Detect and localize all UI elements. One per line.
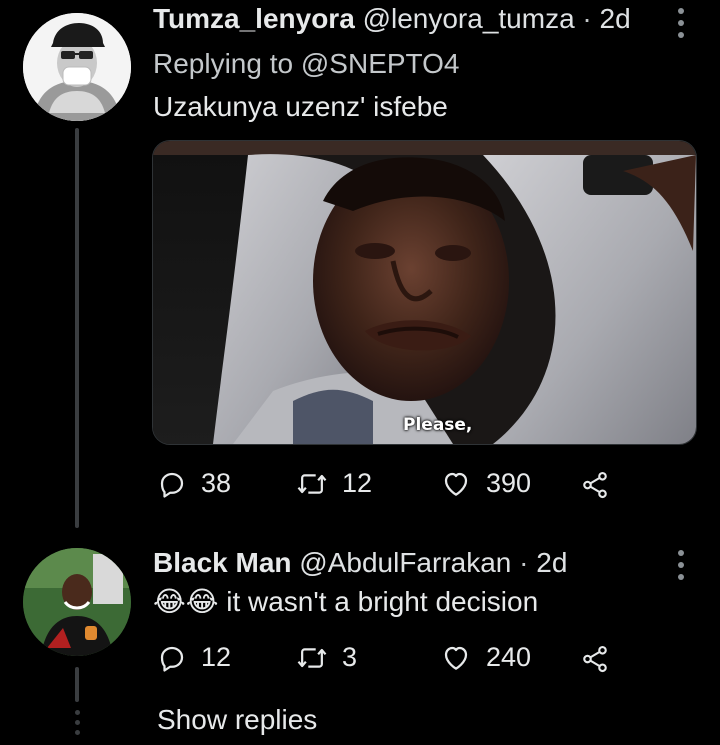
retweet-button[interactable]: 3 [296, 642, 357, 673]
media-caption: Please, [403, 415, 473, 435]
timestamp[interactable]: 2d [600, 3, 631, 34]
separator-dot: · [519, 547, 529, 578]
retweet-icon [297, 473, 327, 494]
tweet-text-content: it wasn't a bright decision [226, 586, 539, 617]
reply-count: 12 [201, 642, 232, 672]
avatar[interactable] [23, 548, 131, 656]
show-replies-link[interactable]: Show replies [157, 704, 317, 736]
reply-icon [160, 646, 184, 672]
retweet-count: 3 [342, 642, 358, 672]
tweet-text: 😂😂 it wasn't a bright decision [153, 585, 538, 619]
like-button[interactable]: 240 [440, 642, 531, 673]
share-icon [583, 471, 607, 499]
tweet-header: Tumza_lenyora @lenyora_tumza · 2d [153, 2, 631, 36]
media-image [153, 141, 696, 444]
thread-continuation-icon [75, 710, 81, 735]
share-button[interactable] [580, 644, 610, 674]
timestamp[interactable]: 2d [536, 547, 567, 578]
avatar-image [23, 548, 131, 656]
reply-button[interactable]: 38 [157, 468, 231, 499]
thread-line [75, 667, 79, 702]
tweet-1[interactable]: Tumza_lenyora @lenyora_tumza · 2d Replyi… [0, 0, 720, 540]
replying-to: Replying to @SNEPTO4 [153, 47, 460, 81]
more-options-icon[interactable] [676, 550, 686, 580]
heart-icon [444, 472, 468, 496]
reply-icon [160, 472, 184, 498]
like-count: 240 [486, 642, 532, 672]
user-handle[interactable]: @lenyora_tumza [363, 3, 575, 34]
heart-icon [444, 646, 468, 670]
tweet-header: Black Man @AbdulFarrakan · 2d [153, 546, 567, 580]
share-button[interactable] [580, 470, 610, 500]
reply-button[interactable]: 12 [157, 642, 231, 673]
retweet-count: 12 [342, 468, 373, 498]
thread-line [75, 128, 79, 528]
tweet-media[interactable]: Please, [152, 140, 697, 445]
tweet-2[interactable]: Black Man @AbdulFarrakan · 2d 😂😂 it wasn… [0, 540, 720, 702]
display-name[interactable]: Black Man [153, 547, 292, 578]
avatar-image [23, 13, 131, 121]
more-options-icon[interactable] [676, 8, 686, 38]
like-button[interactable]: 390 [440, 468, 531, 499]
display-name[interactable]: Tumza_lenyora [153, 3, 355, 34]
share-icon [583, 645, 607, 673]
separator-dot: · [582, 3, 592, 34]
laughing-emoji: 😂😂 [153, 585, 219, 618]
reply-count: 38 [201, 468, 232, 498]
retweet-button[interactable]: 12 [296, 468, 372, 499]
retweet-icon [297, 647, 327, 668]
avatar[interactable] [23, 13, 131, 121]
user-handle[interactable]: @AbdulFarrakan [299, 547, 511, 578]
replying-mention[interactable]: @SNEPTO4 [301, 48, 460, 79]
like-count: 390 [486, 468, 532, 498]
tweet-text: Uzakunya uzenz' isfebe [153, 91, 448, 122]
replying-prefix: Replying to [153, 48, 294, 79]
